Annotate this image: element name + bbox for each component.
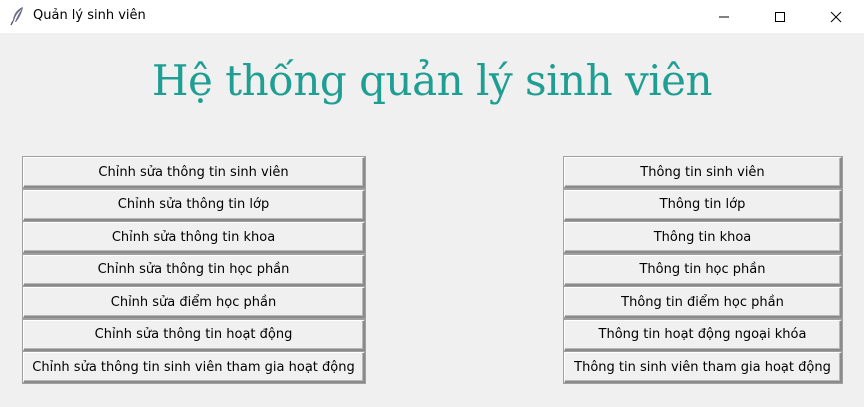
edit-student-info-button[interactable]: Chỉnh sửa thông tin sinh viên xyxy=(23,157,365,188)
close-button[interactable] xyxy=(813,0,859,33)
activity-participants-info-button[interactable]: Thông tin sinh viên tham gia hoạt động xyxy=(564,352,842,383)
page-title: Hệ thống quản lý sinh viên xyxy=(151,56,713,105)
extracurricular-activity-info-button[interactable]: Thông tin hoạt động ngoại khóa xyxy=(564,319,842,351)
feather-icon xyxy=(9,6,27,26)
edit-activity-info-button[interactable]: Chỉnh sửa thông tin hoạt động xyxy=(23,319,365,351)
minimize-button[interactable] xyxy=(701,0,747,33)
maximize-button[interactable] xyxy=(757,0,803,33)
course-info-button[interactable]: Thông tin học phần xyxy=(564,254,842,286)
course-grades-info-button[interactable]: Thông tin điểm học phần xyxy=(564,287,842,318)
edit-class-info-button[interactable]: Chỉnh sửa thông tin lớp xyxy=(23,189,365,221)
window-title: Quản lý sinh viên xyxy=(33,8,146,23)
edit-button-column: Chỉnh sửa thông tin sinh viên Chỉnh sửa … xyxy=(23,157,365,385)
edit-faculty-info-button[interactable]: Chỉnh sửa thông tin khoa xyxy=(23,222,365,253)
edit-course-grades-button[interactable]: Chỉnh sửa điểm học phần xyxy=(23,287,365,318)
app-window: Quản lý sinh viên Hệ thống quản lý sinh … xyxy=(0,0,864,407)
edit-course-info-button[interactable]: Chỉnh sửa thông tin học phần xyxy=(23,254,365,286)
close-icon xyxy=(830,11,842,23)
maximize-icon xyxy=(774,11,786,23)
minimize-icon xyxy=(718,11,730,23)
edit-activity-participants-button[interactable]: Chỉnh sửa thông tin sinh viên tham gia h… xyxy=(23,352,365,383)
faculty-info-button[interactable]: Thông tin khoa xyxy=(564,222,842,253)
student-info-button[interactable]: Thông tin sinh viên xyxy=(564,157,842,188)
class-info-button[interactable]: Thông tin lớp xyxy=(564,189,842,221)
info-button-column: Thông tin sinh viên Thông tin lớp Thông … xyxy=(564,157,842,385)
title-bar[interactable]: Quản lý sinh viên xyxy=(0,0,864,33)
